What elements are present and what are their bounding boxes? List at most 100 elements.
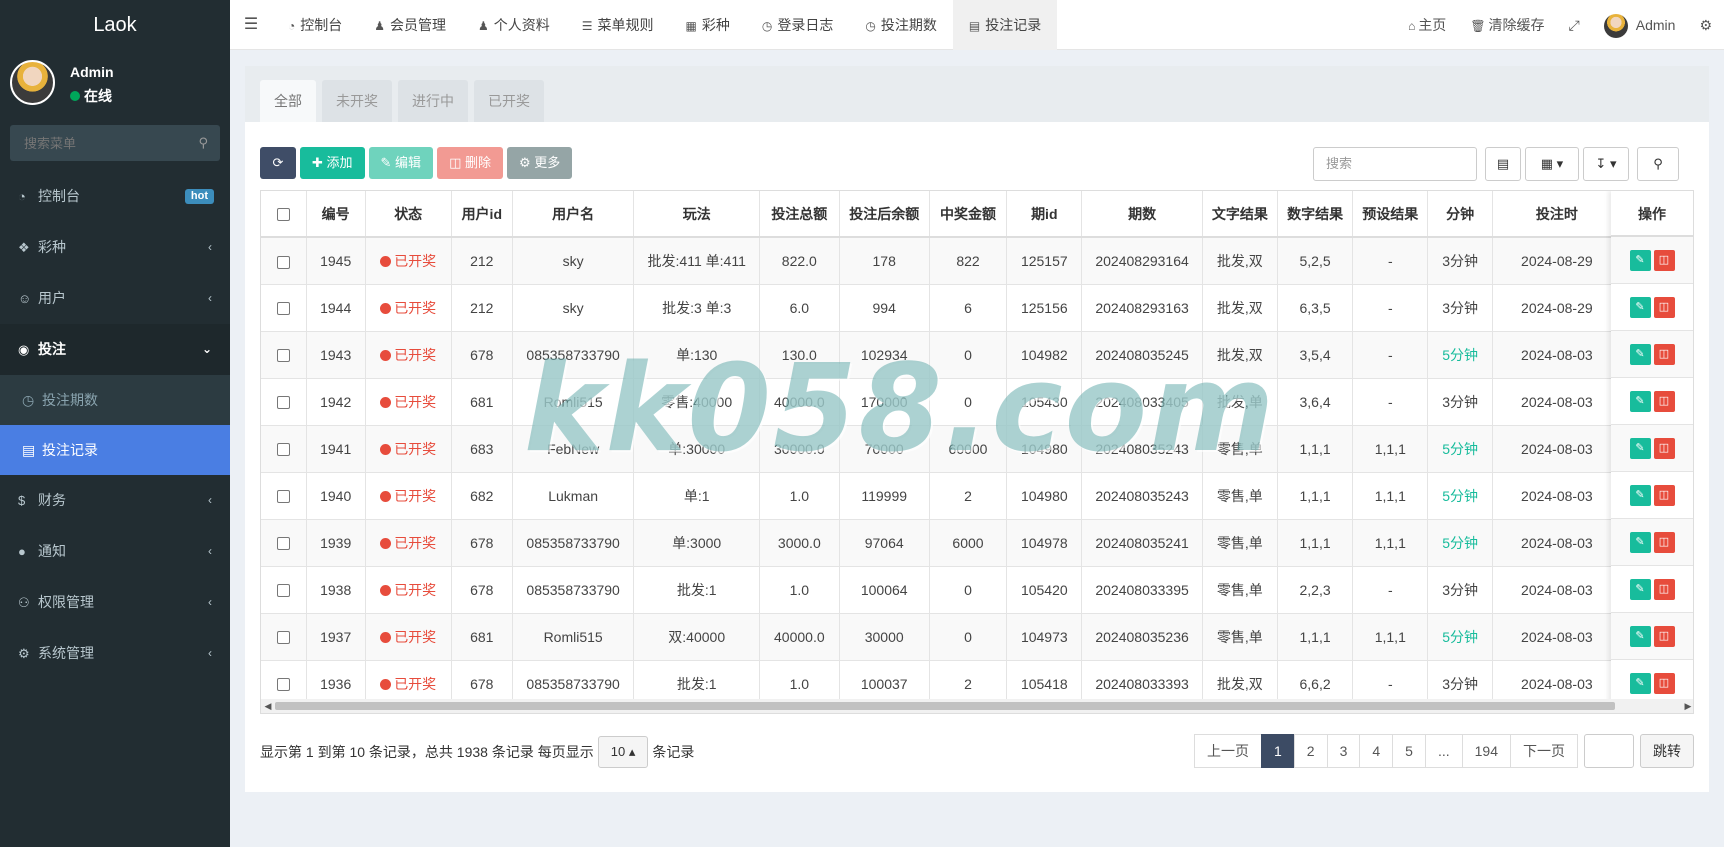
row-edit-button[interactable]: ✎ — [1629, 531, 1651, 553]
sidebar-item-dashboard[interactable]: ◔ 控制台 hot — [0, 171, 230, 222]
sidebar-item-notifications[interactable]: ● 通知 ‹ — [0, 526, 230, 577]
row-delete-button[interactable]: ◫ — [1653, 625, 1675, 647]
row-checkbox[interactable] — [261, 425, 307, 473]
row-checkbox[interactable] — [261, 613, 307, 661]
filter-tab-drawn[interactable]: 已开奖 — [474, 80, 544, 122]
search-icon[interactable]: ⚲ — [1637, 147, 1679, 181]
tab-profile[interactable]: ♟ 个人资料 — [462, 0, 566, 50]
page-4-button[interactable]: 4 — [1359, 734, 1394, 768]
add-button[interactable]: ✚ 添加 — [300, 147, 365, 179]
page-1-button[interactable]: 1 — [1260, 734, 1295, 768]
fullscreen-icon[interactable]: ⤢ — [1557, 0, 1592, 50]
tab-menu-rules[interactable]: ☰ 菜单规则 — [566, 0, 670, 50]
row-edit-button[interactable]: ✎ — [1629, 484, 1651, 506]
row-delete-button[interactable]: ◫ — [1653, 484, 1675, 506]
row-edit-button[interactable]: ✎ — [1629, 343, 1651, 365]
sidebar-item-bets[interactable]: ◉ 投注 ⌄ — [0, 324, 230, 375]
scroll-right-icon[interactable]: ▶ — [1681, 699, 1693, 713]
row-delete-button[interactable]: ◫ — [1653, 390, 1675, 412]
jump-page-input[interactable] — [1584, 734, 1634, 768]
col-header[interactable]: 投注后余额 — [839, 191, 930, 238]
tab-login-log[interactable]: ◷ 登录日志 — [746, 0, 849, 50]
row-edit-button[interactable]: ✎ — [1629, 672, 1651, 694]
select-all-checkbox[interactable] — [261, 191, 307, 238]
next-page-button[interactable]: 下一页 — [1510, 734, 1578, 768]
sidebar-item-system[interactable]: ⚙ 系统管理 ‹ — [0, 628, 230, 679]
brand-logo[interactable]: Laok — [0, 0, 230, 50]
more-button[interactable]: ⚙ 更多 — [506, 147, 573, 179]
col-header[interactable]: 期数 — [1081, 191, 1203, 238]
row-delete-button[interactable]: ◫ — [1653, 672, 1675, 694]
row-checkbox[interactable] — [261, 331, 307, 379]
row-checkbox[interactable] — [261, 284, 307, 332]
row-checkbox[interactable] — [261, 566, 307, 614]
page-5-button[interactable]: 5 — [1392, 734, 1426, 768]
sidebar-subitem-bet-records[interactable]: ▤ 投注记录 — [0, 425, 230, 475]
row-checkbox[interactable] — [261, 472, 307, 520]
page-size-select[interactable]: 10 ▴ — [597, 736, 649, 768]
tab-bet-records[interactable]: ▤ 投注记录 — [952, 0, 1058, 50]
col-header[interactable]: 中奖金额 — [929, 191, 1008, 238]
settings-icon[interactable]: ⚙ — [1687, 0, 1724, 50]
row-delete-button[interactable]: ◫ — [1653, 437, 1675, 459]
horizontal-scrollbar[interactable]: ◀ ▶ — [261, 699, 1693, 713]
col-header[interactable]: 文字结果 — [1202, 191, 1278, 238]
row-checkbox[interactable] — [261, 378, 307, 426]
row-edit-button[interactable]: ✎ — [1629, 390, 1651, 412]
jump-button[interactable]: 跳转 — [1640, 734, 1694, 768]
scroll-thumb[interactable] — [275, 702, 1615, 710]
col-header[interactable]: 用户id — [451, 191, 513, 238]
tab-bet-periods[interactable]: ◷ 投注期数 — [849, 0, 952, 50]
row-checkbox[interactable] — [261, 237, 307, 285]
col-header[interactable]: 用户名 — [512, 191, 635, 238]
row-edit-button[interactable]: ✎ — [1629, 296, 1651, 318]
home-link[interactable]: ⌂ 主页 — [1396, 0, 1458, 50]
row-edit-button[interactable]: ✎ — [1629, 437, 1651, 459]
scroll-left-icon[interactable]: ◀ — [261, 699, 275, 713]
refresh-button[interactable]: ⟳ — [260, 147, 296, 179]
toggle-view-icon[interactable]: ▤ — [1485, 147, 1521, 181]
col-header[interactable]: 分钟 — [1427, 191, 1493, 238]
row-delete-button[interactable]: ◫ — [1653, 296, 1675, 318]
sidebar-toggle-icon[interactable]: ☰ — [230, 0, 272, 50]
filter-tab-all[interactable]: 全部 — [260, 80, 316, 122]
delete-button[interactable]: ◫ 删除 — [437, 147, 503, 179]
export-icon[interactable]: ↧ ▾ — [1583, 147, 1629, 181]
filter-tab-pending[interactable]: 未开奖 — [322, 80, 392, 122]
row-checkbox[interactable] — [261, 519, 307, 567]
col-header[interactable]: 状态 — [365, 191, 452, 238]
col-header[interactable]: 期id — [1006, 191, 1083, 238]
filter-tab-in-progress[interactable]: 进行中 — [398, 80, 468, 122]
page-last-button[interactable]: 194 — [1461, 734, 1511, 768]
sidebar-item-users[interactable]: ☺ 用户 ‹ — [0, 273, 230, 324]
page-3-button[interactable]: 3 — [1326, 734, 1361, 768]
col-header[interactable]: 投注时 — [1492, 191, 1622, 238]
row-delete-button[interactable]: ◫ — [1653, 249, 1675, 271]
col-header[interactable]: 数字结果 — [1277, 191, 1354, 238]
row-delete-button[interactable]: ◫ — [1653, 343, 1675, 365]
row-edit-button[interactable]: ✎ — [1629, 625, 1651, 647]
edit-button[interactable]: ✎ 编辑 — [368, 147, 434, 179]
menu-search-input[interactable] — [10, 125, 220, 161]
page-2-button[interactable]: 2 — [1293, 734, 1328, 768]
row-edit-button[interactable]: ✎ — [1629, 249, 1651, 271]
sidebar-item-finance[interactable]: $ 财务 ‹ — [0, 475, 230, 526]
table-search-input[interactable]: 搜索 — [1313, 147, 1477, 181]
sidebar-item-lottery[interactable]: ❖ 彩种 ‹ — [0, 222, 230, 273]
row-edit-button[interactable]: ✎ — [1629, 578, 1651, 600]
sidebar-subitem-bet-periods[interactable]: ◷ 投注期数 — [0, 375, 230, 425]
tab-dashboard[interactable]: ◔ 控制台 — [272, 0, 358, 50]
row-delete-button[interactable]: ◫ — [1653, 531, 1675, 553]
col-header[interactable]: 投注总额 — [759, 191, 840, 238]
search-icon[interactable]: ⚲ — [198, 135, 208, 151]
sidebar-item-permissions[interactable]: ⚇ 权限管理 ‹ — [0, 577, 230, 628]
columns-icon[interactable]: ▦ ▾ — [1525, 147, 1579, 181]
row-delete-button[interactable]: ◫ — [1653, 578, 1675, 600]
tab-members[interactable]: ♟ 会员管理 — [358, 0, 462, 50]
col-header[interactable]: 编号 — [306, 191, 366, 238]
tab-lottery[interactable]: ▦ 彩种 — [670, 0, 746, 50]
admin-menu[interactable]: Admin — [1592, 0, 1688, 50]
col-header[interactable]: 预设结果 — [1352, 191, 1429, 238]
prev-page-button[interactable]: 上一页 — [1193, 734, 1262, 768]
clear-cache-button[interactable]: 🗑 清除缓存 — [1458, 0, 1556, 50]
